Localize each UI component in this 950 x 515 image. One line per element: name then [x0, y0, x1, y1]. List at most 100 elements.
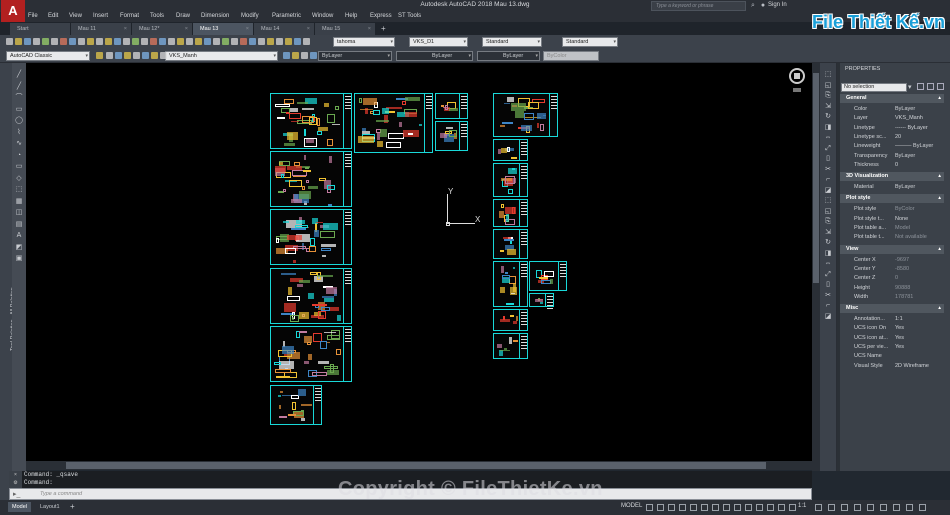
modify-tool-icon[interactable]: ◱ [824, 208, 832, 215]
close-icon[interactable]: × [124, 23, 127, 35]
toolbar-button-icon[interactable] [249, 38, 256, 45]
section-header[interactable]: View ▴ [840, 244, 944, 254]
section-header[interactable]: Misc ▴ [840, 304, 944, 314]
toolbar-button-icon[interactable] [186, 38, 193, 45]
modify-tool-icon[interactable]: ⬚ [824, 71, 832, 78]
status-toggle-icon[interactable] [734, 504, 741, 511]
drawing-sheet[interactable] [270, 93, 352, 149]
property-row[interactable]: Material ByLayer [840, 183, 944, 192]
status-toggle-icon[interactable] [745, 504, 752, 511]
property-row[interactable]: Width 178781 [840, 293, 944, 302]
scrollbar-thumb[interactable] [66, 462, 766, 469]
toolbar-button-icon[interactable] [78, 38, 85, 45]
drawing-area[interactable]: Y X [26, 63, 812, 461]
toolbar-button-icon[interactable] [168, 38, 175, 45]
app-menu-button[interactable]: A [1, 0, 25, 22]
draw-tool-icon[interactable]: ◇ [15, 175, 23, 182]
dim-style-select[interactable]: VKS_D1 ▾ [409, 37, 468, 47]
mleader-style-select[interactable]: Standard ▾ [562, 37, 618, 47]
menu-tools[interactable]: Tools [150, 13, 164, 19]
chevron-down-icon[interactable]: ▾ [908, 83, 912, 91]
toolbar-button-icon[interactable] [15, 38, 22, 45]
modify-tool-icon[interactable]: ◨ [824, 124, 832, 131]
drawing-sheet[interactable] [493, 309, 528, 331]
status-toggle-icon[interactable] [657, 504, 664, 511]
lineweight-select[interactable]: ByLayer ▾ [477, 51, 540, 61]
status-toggle-icon[interactable] [767, 504, 774, 511]
toolbar-button-icon[interactable] [292, 52, 299, 59]
draw-tool-icon[interactable]: ◫ [15, 209, 23, 216]
modify-tool-icon[interactable]: ⤢ [824, 145, 832, 152]
status-toggle-icon[interactable] [815, 504, 822, 511]
draw-tool-icon[interactable]: ◯ [15, 117, 23, 124]
modify-tool-icon[interactable]: ↻ [824, 113, 832, 120]
drawing-sheet[interactable] [493, 261, 528, 307]
toolbar-button-icon[interactable] [24, 38, 31, 45]
status-toggle-icon[interactable] [880, 504, 887, 511]
status-toggle-icon[interactable] [756, 504, 763, 511]
table-style-select[interactable]: Standard ▾ [482, 37, 542, 47]
draw-tool-icon[interactable]: ╱ [15, 83, 23, 90]
toolbar-button-icon[interactable] [195, 38, 202, 45]
modify-tool-icon[interactable]: ⎘ [824, 218, 832, 225]
toolbar-button-icon[interactable] [204, 38, 211, 45]
layer-select[interactable]: VKS_Manh ▾ [165, 51, 278, 61]
modify-tool-icon[interactable]: ⌐ [824, 302, 832, 309]
menu-st-tools[interactable]: ST Tools [398, 13, 421, 19]
status-toggle-icon[interactable] [668, 504, 675, 511]
quick-select-icon[interactable] [937, 83, 944, 90]
tab-mau-11[interactable]: Mau 11 × [71, 23, 131, 35]
select-objects-icon[interactable] [927, 83, 934, 90]
property-row[interactable]: UCS icon at... Yes [840, 334, 944, 343]
drawing-sheet[interactable] [270, 385, 322, 425]
toolbar-button-icon[interactable] [42, 38, 49, 45]
draw-tool-icon[interactable]: ▭ [15, 163, 23, 170]
modify-tool-icon[interactable]: ⌐ [824, 176, 832, 183]
menu-edit[interactable]: Edit [48, 13, 58, 19]
property-row[interactable]: Center X -9697 [840, 256, 944, 265]
property-row[interactable]: Annotation... 1:1 [840, 315, 944, 324]
scrollbar-thumb[interactable] [813, 73, 819, 283]
new-tab-icon[interactable]: + [381, 24, 386, 33]
selection-select[interactable]: No selection [841, 83, 907, 92]
toolbar-button-icon[interactable] [133, 52, 140, 59]
tab-layout1[interactable]: Layout1 [36, 502, 64, 512]
property-row[interactable]: UCS icon On Yes [840, 324, 944, 333]
status-toggle-icon[interactable] [854, 504, 861, 511]
tab-mau-13[interactable]: Mau 13 × [193, 23, 253, 35]
toolbar-button-icon[interactable] [159, 38, 166, 45]
toolbar-button-icon[interactable] [151, 52, 158, 59]
property-row[interactable]: Transparency ByLayer [840, 152, 944, 161]
drawing-sheet[interactable] [354, 93, 433, 153]
toolbar-button-icon[interactable] [114, 38, 121, 45]
status-toggle-icon[interactable] [646, 504, 653, 511]
section-header[interactable]: General ▴ [840, 94, 944, 103]
toolbar-button-icon[interactable] [115, 52, 122, 59]
toolbar-button-icon[interactable] [96, 52, 103, 59]
drawing-sheet[interactable] [493, 333, 528, 359]
new-layout-icon[interactable]: + [70, 502, 75, 511]
menu-file[interactable]: File [28, 13, 38, 19]
tab-model[interactable]: Model [8, 502, 31, 512]
close-icon[interactable]: × [246, 23, 249, 35]
close-icon[interactable]: × [368, 23, 371, 35]
modify-tool-icon[interactable]: ⇔ [824, 260, 832, 267]
draw-tool-icon[interactable]: ◩ [15, 244, 23, 251]
modify-tool-icon[interactable]: ✂ [824, 166, 832, 173]
menu-insert[interactable]: Insert [93, 13, 108, 19]
property-row[interactable]: Linetype sc... 20 [840, 133, 944, 142]
vertical-scrollbar[interactable] [812, 63, 820, 471]
modify-tool-icon[interactable]: ⇔ [824, 134, 832, 141]
status-toggle-icon[interactable] [919, 504, 926, 511]
menu-draw[interactable]: Draw [176, 13, 190, 19]
drawing-sheet[interactable] [493, 199, 528, 227]
user-icon[interactable]: ● [759, 2, 767, 10]
property-row[interactable]: Plot style ByColor [840, 205, 944, 214]
workspace-select[interactable]: AutoCAD Classic ▾ [6, 51, 90, 61]
drawing-sheet[interactable] [493, 139, 528, 161]
toolbar-button-icon[interactable] [222, 38, 229, 45]
search-icon[interactable]: ⌕ [749, 2, 757, 10]
toolbar-button-icon[interactable] [267, 38, 274, 45]
tab-mau-12[interactable]: Mau 12* × [132, 23, 192, 35]
draw-tool-icon[interactable]: ▭ [15, 106, 23, 113]
